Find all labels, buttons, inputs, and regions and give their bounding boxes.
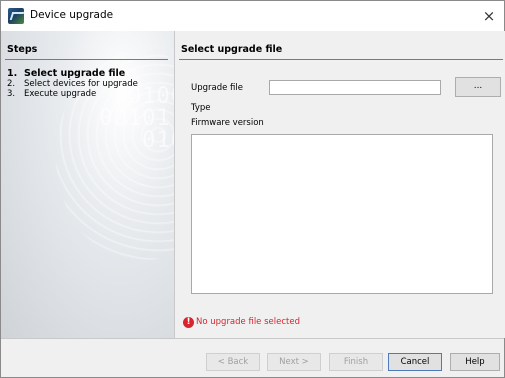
step-number: 2.	[7, 79, 16, 89]
step-item-select-devices: 2. Select devices for upgrade	[7, 79, 138, 89]
back-button[interactable]: < Back	[206, 353, 260, 371]
type-label: Type	[191, 103, 211, 113]
browse-button[interactable]: ...	[455, 77, 501, 97]
file-info-box	[191, 134, 493, 294]
step-label: Execute upgrade	[24, 89, 97, 99]
window-title: Device upgrade	[30, 9, 114, 21]
next-button[interactable]: Next >	[267, 353, 321, 371]
cancel-button[interactable]: Cancel	[388, 353, 442, 371]
step-item-execute: 3. Execute upgrade	[7, 89, 138, 99]
steps-list: 1. Select upgrade file 2. Select devices…	[7, 68, 138, 99]
upgrade-file-input[interactable]	[269, 80, 441, 95]
button-bar-divider	[1, 338, 504, 339]
finish-button[interactable]: Finish	[329, 353, 383, 371]
step-number: 1.	[7, 68, 18, 79]
section-divider	[179, 59, 503, 60]
firmware-version-label: Firmware version	[191, 118, 264, 128]
app-icon	[8, 8, 24, 24]
step-number: 3.	[7, 89, 16, 99]
error-icon: !	[183, 316, 194, 328]
help-button[interactable]: Help	[450, 353, 500, 371]
steps-panel: 0100 00101 0101 Steps 1. Select upgrade …	[1, 31, 175, 338]
close-button[interactable]: ×	[474, 1, 504, 31]
content-panel: Select upgrade file Upgrade file ... Typ…	[175, 31, 505, 338]
step-item-select-file: 1. Select upgrade file	[7, 68, 138, 79]
section-title: Select upgrade file	[181, 44, 283, 55]
device-upgrade-dialog: Device upgrade × 0100 00101 0101 Steps 1…	[0, 0, 505, 378]
upgrade-file-label: Upgrade file	[191, 83, 243, 93]
title-bar: Device upgrade ×	[1, 1, 504, 31]
error-text: No upgrade file selected	[196, 317, 300, 327]
step-label: Select upgrade file	[24, 68, 126, 79]
steps-title: Steps	[7, 44, 38, 55]
step-label: Select devices for upgrade	[24, 79, 138, 89]
error-message: ! No upgrade file selected	[183, 316, 300, 328]
steps-divider	[5, 59, 168, 60]
